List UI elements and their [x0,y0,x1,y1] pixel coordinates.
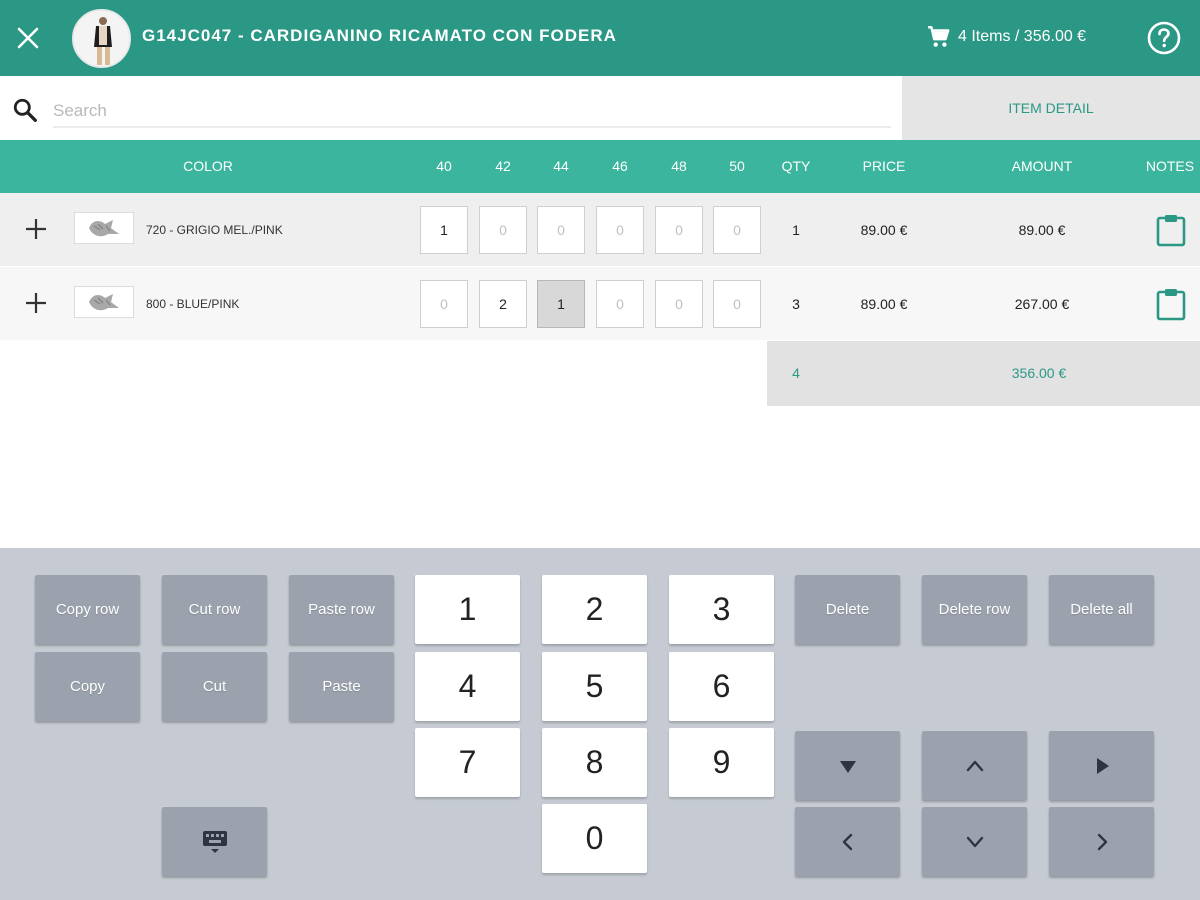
column-header-price: PRICE [862,158,906,174]
size-qty-input[interactable]: 0 [596,280,644,328]
total-amount: 356.00 € [1011,365,1067,381]
size-qty-input[interactable]: 1 [420,206,468,254]
digit-1-button[interactable]: 1 [415,575,520,644]
search-bar [0,76,902,140]
triangle-down-icon [839,760,856,773]
column-header-color: COLOR [183,158,233,174]
chevron-right-icon [1097,833,1107,850]
chevron-left-icon [842,833,852,850]
size-qty-input[interactable]: 0 [537,206,585,254]
digit-9-button[interactable]: 9 [669,728,774,797]
color-swatch [74,286,134,318]
cart-summary-text: 4 Items / 356.00 € [958,28,1087,45]
cut-row-button[interactable]: Cut row [162,575,267,644]
digit-0-button[interactable]: 0 [542,804,647,873]
row-qty: 3 [792,296,800,312]
move-down-chevron-button[interactable] [922,807,1027,876]
total-qty: 4 [792,365,800,381]
row-price: 89.00 € [860,296,908,312]
table-header: COLOR 40 42 44 46 48 50 QTY PRICE AMOUNT… [0,140,1200,193]
digit-7-button[interactable]: 7 [415,728,520,797]
move-right-button[interactable] [1049,807,1154,876]
delete-row-button[interactable]: Delete row [922,575,1027,644]
help-icon [1147,21,1181,55]
keyboard-button[interactable] [162,807,267,876]
size-qty-input[interactable]: 0 [596,206,644,254]
triangle-right-icon [1096,757,1109,774]
fabric-swatch-icon [89,220,119,237]
keypad-panel: Copy row Cut row Paste row Copy Cut Past… [0,548,1200,900]
column-header-size: 44 [553,158,569,174]
column-header-size: 46 [612,158,628,174]
size-qty-input[interactable]: 0 [479,206,527,254]
size-qty-input[interactable]: 0 [713,206,761,254]
delete-all-button[interactable]: Delete all [1049,575,1154,644]
size-qty-input[interactable]: 0 [655,206,703,254]
close-button[interactable] [8,18,48,58]
help-button[interactable] [1144,18,1184,58]
column-header-size: 48 [671,158,687,174]
model-figure-icon [74,11,129,66]
search-input[interactable] [53,96,891,128]
plus-icon[interactable] [22,215,50,243]
digit-5-button[interactable]: 5 [542,652,647,721]
keyboard-hide-icon [202,830,227,853]
close-icon [17,27,39,49]
product-title: G14JC047 - CARDIGANINO RICAMATO CON FODE… [142,26,617,45]
digit-8-button[interactable]: 8 [542,728,647,797]
column-header-size: 40 [436,158,452,174]
color-swatch [74,212,134,244]
notes-clipboard-icon[interactable] [1154,213,1188,247]
size-qty-input[interactable]: 0 [655,280,703,328]
copy-button[interactable]: Copy [35,652,140,721]
move-left-button[interactable] [795,807,900,876]
table-row: 800 - BLUE/PINK 0 2 1 0 0 0 3 89.00 € 26… [0,267,1200,340]
digit-6-button[interactable]: 6 [669,652,774,721]
column-header-size: 50 [729,158,745,174]
digit-4-button[interactable]: 4 [415,652,520,721]
chevron-down-icon [966,836,983,847]
paste-row-button[interactable]: Paste row [289,575,394,644]
totals-row: 4 356.00 € [767,341,1200,406]
row-amount: 89.00 € [1018,222,1066,238]
column-header-amount: AMOUNT [1011,158,1073,174]
row-price: 89.00 € [860,222,908,238]
paste-button[interactable]: Paste [289,652,394,721]
move-next-button[interactable] [1049,731,1154,800]
digit-3-button[interactable]: 3 [669,575,774,644]
column-header-notes: NOTES [1145,158,1195,174]
cart-summary[interactable]: 4 Items / 356.00 € [926,24,1086,50]
size-qty-input[interactable]: 2 [479,280,527,328]
size-qty-input-selected[interactable]: 1 [537,280,585,328]
cut-button[interactable]: Cut [162,652,267,721]
product-thumbnail [72,9,131,68]
plus-icon[interactable] [22,289,50,317]
delete-button[interactable]: Delete [795,575,900,644]
table-row: 720 - GRIGIO MEL./PINK 1 0 0 0 0 0 1 89.… [0,193,1200,266]
copy-row-button[interactable]: Copy row [35,575,140,644]
fabric-swatch-icon [89,294,119,311]
cart-icon [928,26,950,47]
app-header: G14JC047 - CARDIGANINO RICAMATO CON FODE… [0,0,1200,76]
digit-2-button[interactable]: 2 [542,575,647,644]
search-icon [13,98,37,122]
row-qty: 1 [792,222,800,238]
color-name: 800 - BLUE/PINK [146,297,240,311]
item-detail-button[interactable]: ITEM DETAIL [902,76,1200,140]
move-up-button[interactable] [922,731,1027,800]
notes-clipboard-icon[interactable] [1154,287,1188,321]
row-amount: 267.00 € [1014,296,1070,312]
column-header-qty: QTY [781,158,811,174]
size-qty-input[interactable]: 0 [420,280,468,328]
size-qty-input[interactable]: 0 [713,280,761,328]
chevron-up-icon [966,760,983,771]
move-down-button[interactable] [795,731,900,800]
column-header-size: 42 [495,158,511,174]
color-name: 720 - GRIGIO MEL./PINK [146,223,283,237]
